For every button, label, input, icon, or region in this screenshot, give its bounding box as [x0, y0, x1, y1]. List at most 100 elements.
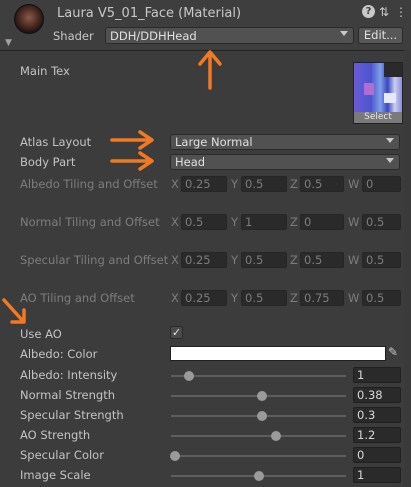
axis-label-w: W — [348, 177, 360, 191]
axis-label-z: Z — [290, 177, 298, 191]
chevron-down-icon — [386, 158, 394, 163]
ao-tiling-w-field[interactable]: 0.5 — [362, 290, 401, 306]
preset-icon[interactable]: ⇅ — [379, 5, 389, 19]
ao-strength-value-field[interactable]: 1.2 — [353, 427, 401, 443]
material-preview-avatar — [14, 4, 44, 34]
main-tex-label: Main Tex — [20, 64, 70, 78]
albedo-color-swatch[interactable] — [170, 346, 386, 361]
atlas-layout-value: Large Normal — [175, 135, 253, 149]
kebab-menu-icon[interactable]: ⋮ — [395, 5, 407, 19]
shader-dropdown[interactable]: DDH/DDHHead — [105, 27, 354, 44]
albedo-tiling-y-field[interactable]: 0.5 — [241, 176, 287, 192]
albedo-intensity-value-field[interactable]: 1 — [353, 367, 401, 383]
normal-tiling-label: Normal Tiling and Offset — [20, 215, 160, 229]
body-part-value: Head — [175, 155, 206, 169]
texture-detail — [384, 93, 396, 103]
field-value: 0.5 — [366, 253, 385, 267]
axis-label-w: W — [348, 253, 360, 267]
field-value: 0.5 — [366, 215, 385, 229]
slider-thumb[interactable] — [257, 391, 267, 401]
albedo-color-label: Albedo: Color — [20, 347, 98, 361]
annotation-arrow-icon — [110, 151, 154, 171]
select-texture-button[interactable]: Select — [354, 112, 402, 123]
normal-strength-label: Normal Strength — [20, 388, 116, 402]
body-part-dropdown[interactable]: Head — [170, 154, 400, 170]
use-ao-checkbox[interactable]: ✓ — [170, 326, 183, 339]
ao-tiling-y-field[interactable]: 0.5 — [241, 290, 287, 306]
field-value: 0.3 — [357, 408, 376, 422]
ao-tiling-label: AO Tiling and Offset — [20, 291, 135, 305]
normal-tiling-x-field[interactable]: 0.5 — [181, 214, 227, 230]
main-tex-thumbnail[interactable]: Select — [353, 62, 403, 124]
axis-label-x: X — [171, 253, 179, 267]
axis-label-w: W — [348, 215, 360, 229]
albedo-tiling-x-field[interactable]: 0.25 — [181, 176, 227, 192]
ao-strength-slider[interactable] — [171, 431, 346, 441]
slider-thumb[interactable] — [253, 471, 264, 481]
field-value: 0.5 — [245, 177, 264, 191]
specular-color-value-field[interactable]: 0 — [353, 447, 401, 463]
shader-label: Shader — [53, 29, 94, 43]
axis-label-y: Y — [231, 291, 239, 305]
albedo-tiling-w-field[interactable]: 0 — [362, 176, 401, 192]
annotation-arrow-icon — [2, 298, 26, 324]
normal-tiling-y-field[interactable]: 1 — [241, 214, 287, 230]
atlas-layout-label: Atlas Layout — [20, 135, 92, 149]
texture-detail — [364, 83, 374, 95]
body-part-label: Body Part — [20, 155, 76, 169]
specular-tiling-z-field[interactable]: 0.5 — [300, 252, 344, 268]
material-title: Laura V5_01_Face (Material) — [57, 6, 242, 21]
ao-strength-label: AO Strength — [20, 428, 91, 442]
field-value: 1 — [357, 368, 365, 382]
axis-label-z: Z — [290, 253, 298, 267]
eyedropper-icon[interactable]: ✎ — [388, 345, 398, 359]
normal-tiling-z-field[interactable]: 0 — [300, 214, 344, 230]
help-icon[interactable]: ? — [362, 5, 375, 18]
specular-tiling-x-field[interactable]: 0.25 — [181, 252, 227, 268]
use-ao-label: Use AO — [20, 327, 62, 341]
field-value: 0.25 — [185, 177, 211, 191]
field-value: 0 — [366, 177, 374, 191]
edit-shader-button[interactable]: Edit... — [358, 27, 403, 44]
field-value: 0.75 — [304, 291, 330, 305]
slider-thumb[interactable] — [169, 451, 180, 461]
axis-label-y: Y — [231, 253, 239, 267]
field-value: 0.5 — [245, 291, 264, 305]
ao-tiling-x-field[interactable]: 0.25 — [181, 290, 227, 306]
image-scale-slider[interactable] — [171, 471, 346, 481]
normal-strength-value-field[interactable]: 0.38 — [353, 387, 401, 403]
specular-strength-slider[interactable] — [171, 411, 346, 421]
field-value: 0.25 — [185, 291, 211, 305]
ao-tiling-z-field[interactable]: 0.75 — [300, 290, 344, 306]
albedo-tiling-z-field[interactable]: 0.5 — [300, 176, 344, 192]
specular-color-slider[interactable] — [169, 451, 346, 461]
slider-thumb[interactable] — [183, 371, 194, 381]
foldout-arrow-icon[interactable]: ▼ — [5, 38, 12, 48]
specular-strength-value-field[interactable]: 0.3 — [353, 407, 401, 423]
axis-label-w: W — [348, 291, 360, 305]
axis-label-x: X — [171, 291, 179, 305]
specular-tiling-y-field[interactable]: 0.5 — [241, 252, 287, 268]
albedo-tiling-label: Albedo Tiling and Offset — [20, 177, 158, 191]
axis-label-y: Y — [231, 177, 239, 191]
slider-thumb[interactable] — [257, 411, 267, 421]
annotation-arrow-icon — [198, 50, 222, 90]
image-scale-value-field[interactable]: 1 — [353, 467, 401, 483]
slider-thumb[interactable] — [271, 431, 281, 441]
field-value: 0.25 — [185, 253, 211, 267]
field-value: 1 — [245, 215, 253, 229]
texture-detail — [384, 63, 402, 77]
shader-value: DDH/DDHHead — [110, 29, 197, 43]
normal-tiling-w-field[interactable]: 0.5 — [362, 214, 401, 230]
albedo-intensity-slider[interactable] — [171, 371, 346, 381]
axis-label-z: Z — [290, 215, 298, 229]
axis-label-z: Z — [290, 291, 298, 305]
chevron-down-icon — [340, 31, 348, 36]
field-value: 1 — [357, 468, 365, 482]
scrollbar[interactable] — [404, 50, 411, 487]
specular-tiling-w-field[interactable]: 0.5 — [362, 252, 401, 268]
normal-strength-slider[interactable] — [171, 391, 346, 401]
atlas-layout-dropdown[interactable]: Large Normal — [170, 134, 400, 150]
field-value: 0 — [357, 448, 365, 462]
specular-strength-label: Specular Strength — [20, 408, 124, 422]
